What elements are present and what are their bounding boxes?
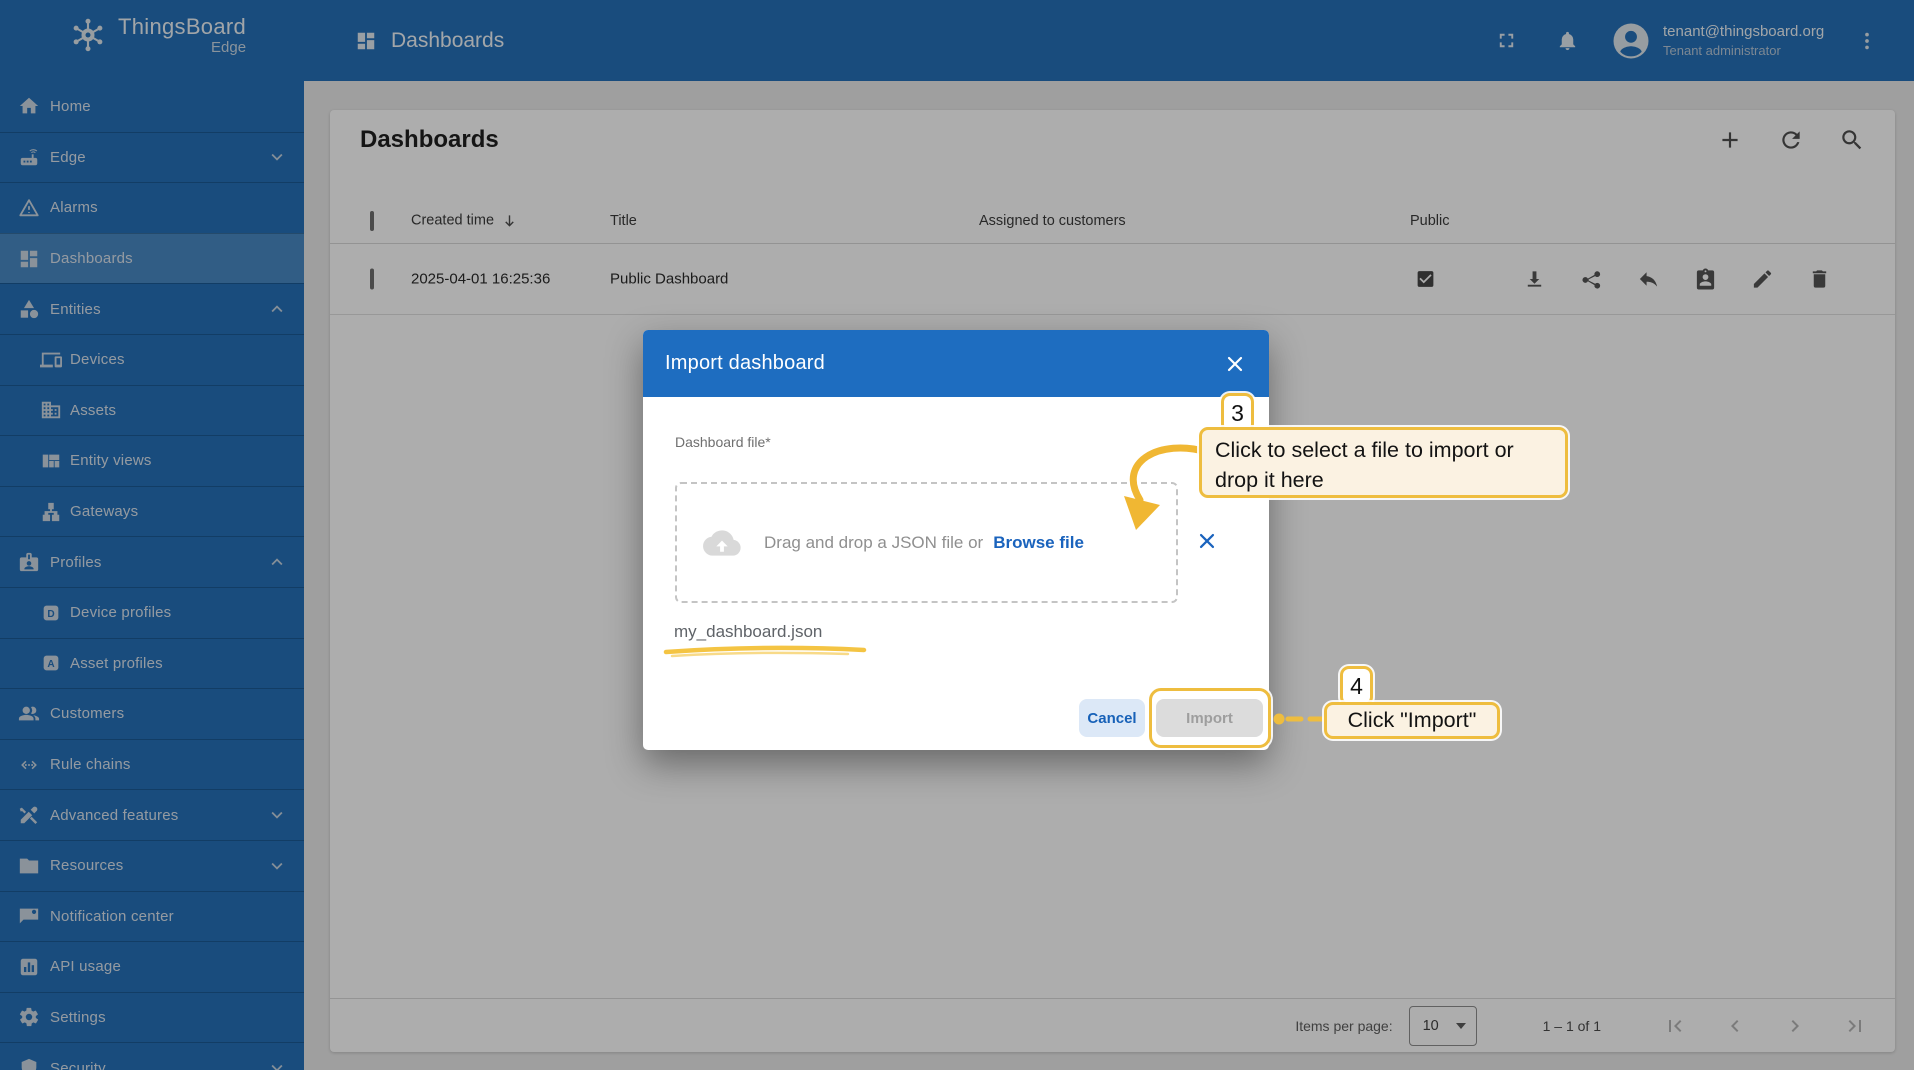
clear-file-icon[interactable] bbox=[1196, 530, 1218, 552]
browse-file-link[interactable]: Browse file bbox=[993, 533, 1084, 553]
modal-title: Import dashboard bbox=[665, 352, 825, 374]
dashboard-file-label: Dashboard file* bbox=[675, 434, 771, 450]
cloud-upload-icon bbox=[703, 524, 741, 562]
close-icon[interactable] bbox=[1223, 352, 1247, 376]
step-4-callout: Click "Import" bbox=[1324, 702, 1500, 739]
selected-file-name: my_dashboard.json bbox=[674, 622, 823, 641]
import-button-highlight-ring bbox=[1149, 688, 1271, 748]
import-dashboard-modal: Import dashboard Dashboard file* Drag an… bbox=[643, 330, 1269, 750]
file-dropzone[interactable]: Drag and drop a JSON file or Browse file bbox=[675, 482, 1178, 603]
modal-header: Import dashboard bbox=[643, 330, 1269, 397]
cancel-button[interactable]: Cancel bbox=[1079, 699, 1145, 737]
dropzone-text: Drag and drop a JSON file or bbox=[764, 532, 984, 552]
step-3-callout: Click to select a file to import or drop… bbox=[1199, 427, 1568, 498]
step-4-badge: 4 bbox=[1340, 666, 1373, 706]
